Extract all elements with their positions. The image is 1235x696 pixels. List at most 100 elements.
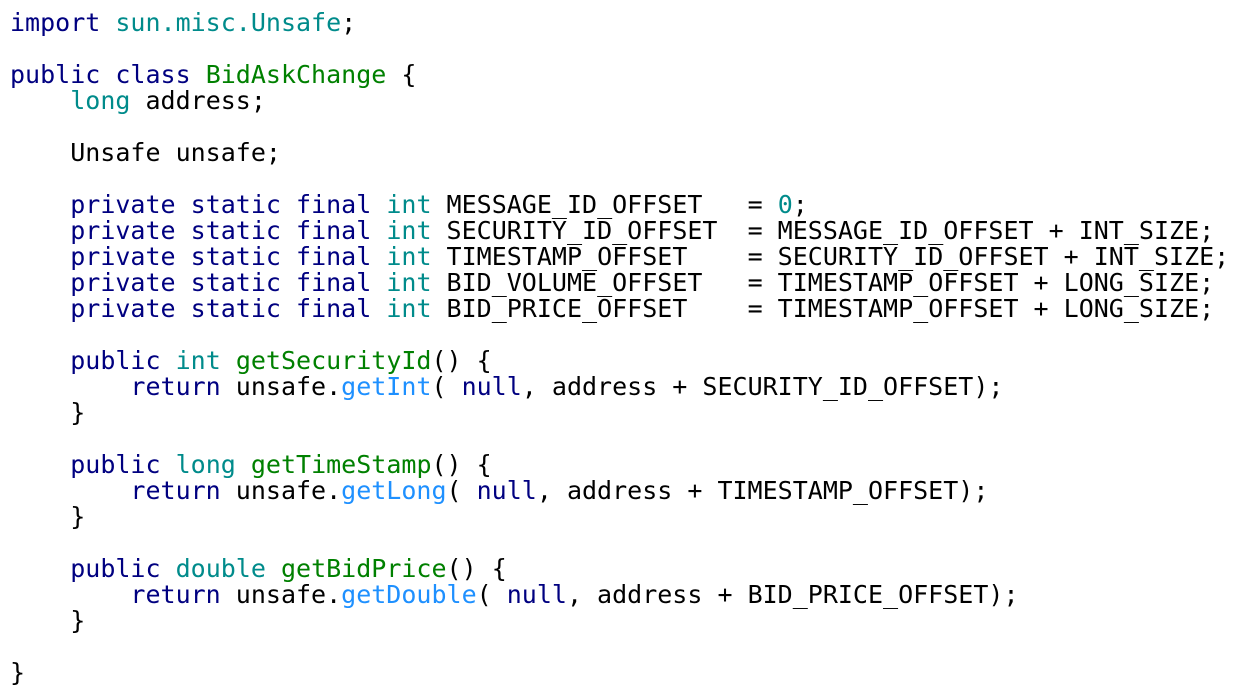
code-line: return unsafe.getLong( null, address + T… — [10, 478, 1229, 504]
code-package: sun.misc.Unsafe — [115, 8, 342, 37]
code-line: Unsafe unsafe; — [10, 140, 1229, 166]
code-text: } — [10, 502, 86, 531]
code-text: address; — [130, 86, 266, 115]
code-type: long — [70, 86, 131, 115]
code-text: ( — [476, 580, 507, 609]
code-method-call: getInt — [341, 372, 432, 401]
code-method-name: getBidPrice — [280, 554, 447, 583]
code-text: , address + TIMESTAMP_OFFSET); — [536, 476, 989, 505]
code-text: ; — [341, 8, 357, 37]
code-text: , address + BID_PRICE_OFFSET); — [566, 580, 1019, 609]
code-type: int — [386, 190, 432, 219]
code-class-name: BidAskChange — [205, 60, 387, 89]
code-text: , address + SECURITY_ID_OFFSET); — [521, 372, 1004, 401]
code-method-call: getLong — [341, 476, 447, 505]
code-type: int — [175, 346, 221, 375]
code-text: BID_PRICE_OFFSET = TIMESTAMP_OFFSET + LO… — [431, 294, 1215, 323]
code-keyword: public — [70, 450, 161, 479]
code-keyword: final — [296, 268, 372, 297]
code-type: int — [386, 216, 432, 245]
code-keyword: static — [190, 268, 281, 297]
code-keyword: private — [70, 294, 176, 323]
code-keyword: static — [190, 190, 281, 219]
code-keyword: final — [296, 216, 372, 245]
code-text: } — [10, 658, 26, 687]
code-keyword: private — [70, 242, 176, 271]
code-line: public double getBidPrice() { — [10, 556, 1229, 582]
code-keyword: private — [70, 268, 176, 297]
code-text: { — [386, 60, 417, 89]
code-type: long — [175, 450, 236, 479]
code-keyword: null — [506, 580, 567, 609]
code-line: return unsafe.getDouble( null, address +… — [10, 582, 1229, 608]
code-text: unsafe. — [220, 580, 342, 609]
code-line: private static final int TIMESTAMP_OFFSE… — [10, 244, 1229, 270]
code-keyword: return — [130, 476, 221, 505]
code-line: private static final int SECURITY_ID_OFF… — [10, 218, 1229, 244]
code-line: } — [10, 504, 1229, 530]
code-keyword: return — [130, 580, 221, 609]
code-line: } — [10, 400, 1229, 426]
code-keyword: null — [476, 476, 537, 505]
code-type: int — [386, 294, 432, 323]
code-line: private static final int BID_VOLUME_OFFS… — [10, 270, 1229, 296]
code-line: private static final int MESSAGE_ID_OFFS… — [10, 192, 1229, 218]
code-line: long address; — [10, 88, 1229, 114]
code-line: public int getSecurityId() { — [10, 348, 1229, 374]
code-text: unsafe. — [220, 372, 342, 401]
code-text: unsafe. — [220, 476, 342, 505]
code-text: () { — [446, 554, 507, 583]
code-keyword: public — [70, 346, 161, 375]
code-text: ; — [792, 190, 808, 219]
code-keyword: private — [70, 216, 176, 245]
code-keyword: final — [296, 294, 372, 323]
code-text: BID_VOLUME_OFFSET = TIMESTAMP_OFFSET + L… — [431, 268, 1215, 297]
code-keyword: class — [115, 60, 191, 89]
code-text: () { — [431, 346, 492, 375]
code-line: return unsafe.getInt( null, address + SE… — [10, 374, 1229, 400]
code-line: public class BidAskChange { — [10, 62, 1229, 88]
code-keyword: static — [190, 242, 281, 271]
code-line: } — [10, 608, 1229, 634]
code-text: MESSAGE_ID_OFFSET = — [431, 190, 778, 219]
code-keyword: null — [461, 372, 522, 401]
code-keyword: static — [190, 294, 281, 323]
code-text: ( — [446, 476, 477, 505]
code-text: } — [10, 398, 86, 427]
code-line: import sun.misc.Unsafe; — [10, 10, 1229, 36]
code-number: 0 — [777, 190, 793, 219]
code-method-name: getSecurityId — [235, 346, 432, 375]
code-keyword: public — [70, 554, 161, 583]
code-type: int — [386, 242, 432, 271]
code-type: int — [386, 268, 432, 297]
code-text: ( — [431, 372, 462, 401]
code-method-call: getDouble — [341, 580, 477, 609]
